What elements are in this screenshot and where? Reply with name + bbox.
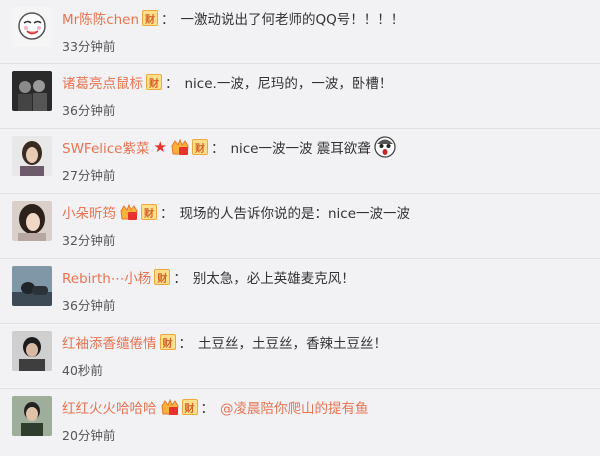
vip-level-icon[interactable] [119,203,139,221]
colon: ： [173,271,187,287]
timestamp: 40秒前 [62,363,103,378]
wealth-badge-icon[interactable]: 财 [146,74,162,90]
comment-text: 别太急，必上英雄麦克风！ [192,271,355,287]
avatar[interactable] [12,71,52,111]
username-link[interactable]: SWFelice紫菜 [62,137,149,157]
timestamp: 36分钟前 [62,103,116,118]
comment-item: 小朵昕筠 财 ： 现场的人告诉你说的是：nice一波一波 32分钟前 [0,194,600,259]
comment-text: nice一波一波 震耳欲聋 [230,141,371,157]
comment-text: 现场的人告诉你说的是：nice一波一波 [179,206,411,222]
timestamp: 20分钟前 [62,428,116,443]
comment-item: 红红火火哈哈哈 财 ： @凌晨陪你爬山的提有鱼 20分钟前 [0,389,600,456]
avatar[interactable] [12,331,52,371]
comment-item: Rebirth⋯小杨 财 ： 别太急，必上英雄麦克风！ 36分钟前 [0,259,600,324]
vip-level-icon[interactable] [170,138,190,156]
vip-level-icon[interactable] [160,398,180,416]
wealth-badge-icon[interactable]: 财 [142,10,159,26]
colon: ： [200,401,215,417]
username-link[interactable]: 红袖添香缱倦情 [62,332,157,352]
username-link[interactable]: 小朵昕筠 [62,202,116,222]
wealth-badge-icon[interactable]: 财 [154,269,171,285]
colon: ： [160,206,174,222]
avatar[interactable] [12,396,52,436]
colon: ： [161,12,175,28]
wealth-badge-icon[interactable]: 财 [181,399,198,415]
timestamp: 36分钟前 [62,298,116,313]
wealth-badge-icon[interactable]: 财 [159,334,176,350]
comment-text: nice.一波，尼玛的，一波，卧槽！ [184,76,393,92]
shocked-face-emoji [374,136,396,158]
colon: ： [210,141,225,157]
username-link[interactable]: 红红火火哈哈哈 [62,397,157,417]
avatar[interactable] [12,266,52,306]
avatar[interactable] [12,136,52,176]
username-link[interactable]: Mr陈陈chen [62,8,139,28]
timestamp: 32分钟前 [62,233,116,248]
mention-link[interactable]: @凌晨陪你爬山的提有鱼 [220,397,369,417]
avatar[interactable] [12,201,52,241]
timestamp: 27分钟前 [62,168,116,183]
wealth-badge-icon[interactable]: 财 [141,204,157,220]
username-link[interactable]: 诸葛亮点鼠标 [62,72,143,92]
colon: ： [165,76,179,92]
comment-text: 土豆丝，土豆丝，香辣土豆丝！ [198,336,387,352]
timestamp: 33分钟前 [62,39,116,54]
comment-item: Mr陈陈chen 财 ： 一激动说出了何老师的QQ号！！！！ 33分钟前 [0,0,600,64]
comment-item: 红袖添香缱倦情 财 ： 土豆丝，土豆丝，香辣土豆丝！ 40秒前 [0,324,600,389]
comment-text: 一激动说出了何老师的QQ号！！！！ [180,12,405,28]
colon: ： [178,336,193,352]
star-icon: ★ [153,138,167,156]
avatar[interactable] [12,7,52,47]
comment-list: Mr陈陈chen 财 ： 一激动说出了何老师的QQ号！！！！ 33分钟前 诸葛亮… [0,0,600,456]
comment-item: 诸葛亮点鼠标 财 ： nice.一波，尼玛的，一波，卧槽！ 36分钟前 [0,64,600,129]
wealth-badge-icon[interactable]: 财 [191,139,208,155]
comment-item: SWFelice紫菜 ★ 财 ： nice一波一波 震耳欲聋 27分钟前 [0,129,600,194]
username-link[interactable]: Rebirth⋯小杨 [62,267,151,287]
